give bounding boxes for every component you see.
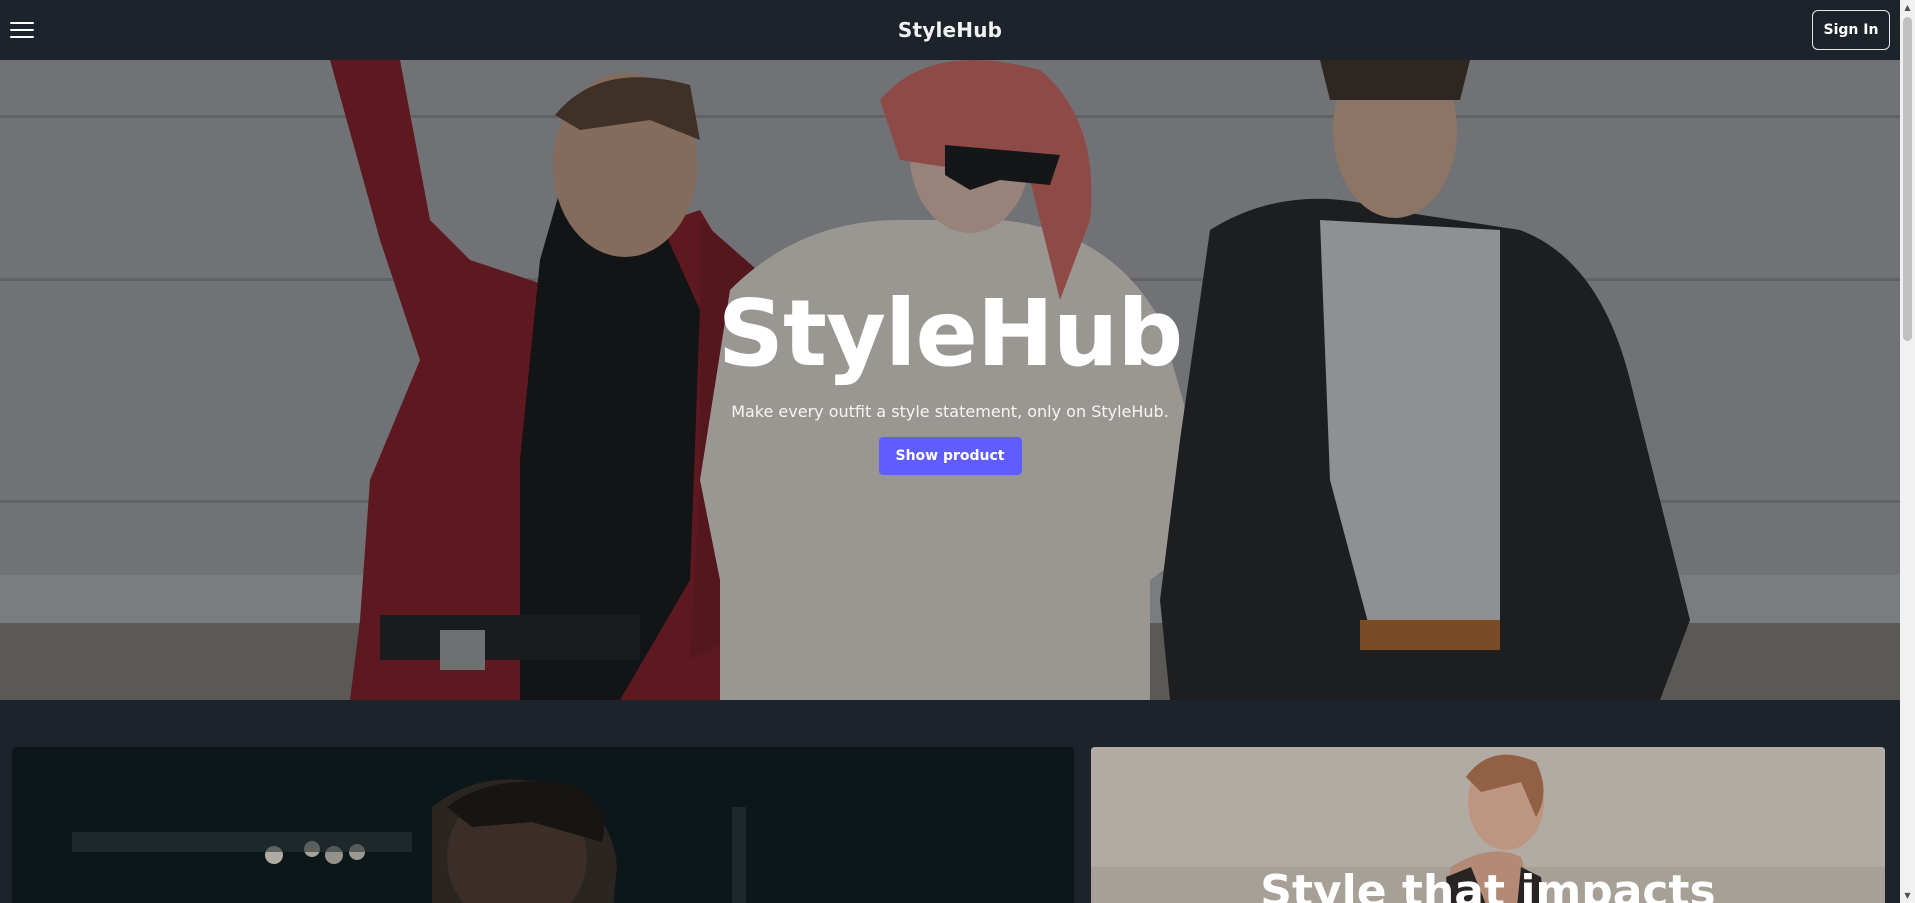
vertical-scrollbar[interactable]: ▲ ▼ [1900,0,1915,903]
scrollbar-thumb[interactable] [1903,17,1912,341]
scroll-up-arrow-icon[interactable]: ▲ [1900,0,1915,15]
hero-title: StyleHub [717,280,1184,387]
brand-title[interactable]: StyleHub [898,18,1002,42]
promo-card-right[interactable]: Style that impacts [1091,747,1885,903]
page: StyleHub Sign In StyleHub Make every out… [0,0,1915,903]
card-left-image [12,747,1074,903]
hamburger-menu-icon[interactable] [10,16,38,44]
sign-in-button[interactable]: Sign In [1812,10,1890,50]
scroll-down-arrow-icon[interactable]: ▼ [1900,888,1915,903]
hero-subtitle: Make every outfit a style statement, onl… [731,402,1169,421]
promo-card-left[interactable] [12,747,1074,903]
hero-content: StyleHub Make every outfit a style state… [0,288,1900,475]
navbar: StyleHub Sign In [0,0,1900,60]
card-right-title: Style that impacts [1260,866,1716,903]
show-product-button[interactable]: Show product [878,437,1022,475]
hero-banner: StyleHub Make every outfit a style state… [0,60,1900,700]
